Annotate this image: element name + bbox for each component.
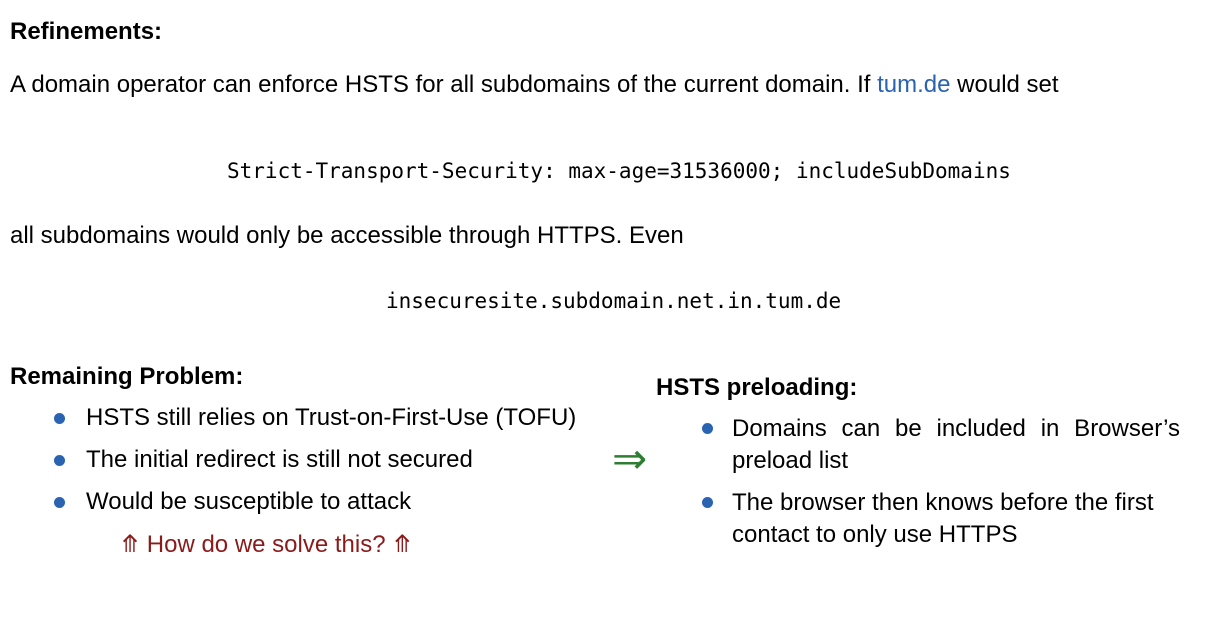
hsts-preloading-heading: HSTS preloading: bbox=[656, 374, 858, 401]
refinements-intro: A domain operator can enforce HSTS for a… bbox=[10, 70, 1059, 100]
intro-text-before-link: A domain operator can enforce HSTS for a… bbox=[10, 71, 878, 98]
problem-item-initial-redirect: The initial redirect is still not secure… bbox=[86, 446, 473, 473]
example-domain-code: insecuresite.subdomain.net.in.tum.de bbox=[386, 289, 842, 313]
bullet-icon bbox=[54, 455, 65, 466]
implies-arrow-icon: ⇒ bbox=[612, 434, 648, 483]
preloading-item-browser-knows: The browser then knows before the first … bbox=[732, 489, 1154, 548]
bullet-icon bbox=[54, 497, 65, 508]
hsts-header-code: Strict-Transport-Security: max-age=31536… bbox=[227, 159, 1011, 183]
solve-question: ⤊ How do we solve this? ⤊ bbox=[120, 531, 413, 558]
bullet-icon bbox=[702, 423, 713, 434]
refinements-result-text: all subdomains would only be accessible … bbox=[10, 222, 684, 249]
preloading-item-preload-list: Domains can be included in Browser’s pre… bbox=[732, 415, 1180, 474]
bullet-icon bbox=[54, 413, 65, 424]
refinements-heading: Refinements: bbox=[10, 18, 163, 45]
intro-text-after-link: would set bbox=[950, 71, 1059, 98]
problem-item-tofu: HSTS still relies on Trust-on-First-Use … bbox=[86, 404, 577, 431]
tum-de-link[interactable]: tum.de bbox=[877, 71, 950, 98]
bullet-icon bbox=[702, 497, 713, 508]
problem-item-attack: Would be susceptible to attack bbox=[86, 488, 412, 515]
remaining-problem-heading: Remaining Problem: bbox=[10, 363, 244, 390]
